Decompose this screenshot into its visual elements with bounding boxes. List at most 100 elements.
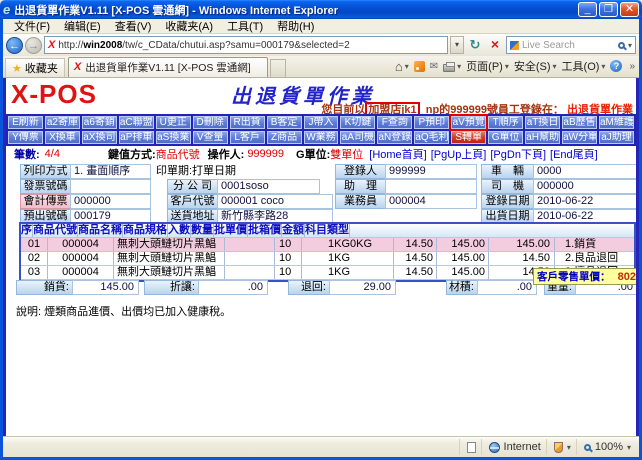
function-button[interactable]: aV預覽 — [451, 116, 486, 129]
address-field[interactable]: X http://win2008/tw/c_CData/chutui.asp?s… — [44, 36, 448, 54]
function-button[interactable]: aC聯盟 — [119, 116, 154, 129]
cell-pack: 10 — [275, 252, 302, 265]
cell-product-name: 無刺大頭鰱切片黑鯧 — [114, 238, 225, 251]
function-button[interactable]: V查量 — [193, 131, 228, 144]
page-menu-button[interactable]: 页面(P)▾ — [466, 58, 509, 74]
function-button[interactable]: X換車 — [45, 131, 80, 144]
function-button[interactable]: aP排車 — [119, 131, 154, 144]
page-nav-link[interactable]: [Home首頁] — [369, 146, 426, 162]
function-button[interactable]: E刷新 — [8, 116, 43, 129]
function-button[interactable]: R出貨 — [230, 116, 265, 129]
branch-field[interactable]: 0001soso — [217, 179, 320, 194]
function-button[interactable]: Z商品 — [267, 131, 302, 144]
forward-button[interactable]: → — [25, 37, 42, 54]
mail-button[interactable]: ✉ — [430, 61, 438, 72]
page-nav-link[interactable]: [End尾頁] — [550, 146, 598, 162]
menu-item[interactable]: 编辑(E) — [57, 18, 108, 34]
home-button[interactable]: ⌂▾ — [395, 59, 409, 74]
new-tab-stub[interactable] — [270, 59, 286, 77]
search-dropdown-icon[interactable]: ▾ — [628, 41, 632, 50]
address-bar: ← → X http://win2008/tw/c_CData/chutui.a… — [3, 34, 639, 56]
reg-date-field[interactable]: 2010-06-22 — [533, 194, 638, 209]
print-mode-field[interactable]: 1. 畫面順序 — [70, 164, 151, 179]
function-button[interactable]: aJ助理 — [599, 131, 634, 144]
toolbar-overflow-chevron[interactable]: » — [629, 61, 635, 72]
function-button[interactable]: aB歷售 — [562, 116, 597, 129]
voucher-field[interactable]: 000000 — [70, 194, 151, 209]
salesman-field[interactable]: 000004 — [385, 194, 477, 209]
function-button[interactable]: Y傳票 — [8, 131, 43, 144]
function-button[interactable]: S轉單 — [451, 131, 486, 144]
search-input[interactable]: Live Search ▾ — [506, 36, 636, 54]
cell-box-price: 145.00 — [437, 252, 489, 265]
active-tab[interactable]: X 出退貨單作業V1.11 [X-POS 雲通網] — [68, 57, 268, 77]
menu-item[interactable]: 帮助(H) — [270, 18, 321, 34]
table-row[interactable]: 01 000004 無刺大頭鰱切片黑鯧 10 1KG0KG 14.50 145.… — [21, 238, 634, 252]
search-magnifier-icon[interactable] — [618, 42, 625, 49]
table-header-cell: 批單價 — [214, 224, 248, 237]
menu-item[interactable]: 收藏夹(A) — [158, 18, 220, 34]
function-button[interactable]: aH幫助 — [525, 131, 560, 144]
tooltip-label: 客戶零售單價： — [537, 269, 611, 284]
cell-unit-price: 14.50 — [394, 238, 437, 251]
favorites-button[interactable]: ★ 收藏夹 — [5, 58, 65, 77]
menu-item[interactable]: 工具(T) — [220, 18, 270, 34]
table-header-cell: 數量 — [191, 224, 214, 237]
function-button[interactable]: B客定 — [267, 116, 302, 129]
function-button[interactable]: aT換日 — [525, 116, 560, 129]
function-button[interactable]: P預印 — [414, 116, 449, 129]
function-button[interactable]: aS換業 — [156, 131, 191, 144]
page-nav-link[interactable]: [PgUp上頁] — [431, 146, 487, 162]
function-button[interactable]: aM維護 — [599, 116, 634, 129]
table-header-cell: 入數 — [168, 224, 191, 237]
retail-price-tooltip: 客戶零售單價： 802 — [533, 268, 639, 285]
help-button[interactable]: ? — [610, 60, 622, 72]
function-button[interactable]: K切鍵 — [340, 116, 375, 129]
function-button[interactable]: U更正 — [156, 116, 191, 129]
function-button[interactable]: D刪除 — [193, 116, 228, 129]
function-button[interactable]: aA司機 — [340, 131, 375, 144]
safety-menu-button[interactable]: 安全(S)▾ — [514, 58, 557, 74]
function-button[interactable]: aX換司 — [82, 131, 117, 144]
cell-spec — [225, 266, 275, 279]
salesman-label: 業務員 — [335, 194, 386, 209]
zoom-control[interactable]: 100% ▾ — [579, 439, 636, 455]
tools-menu-button[interactable]: 工具(O)▾ — [562, 58, 606, 74]
function-button[interactable]: L客戶 — [230, 131, 265, 144]
button-row-2: Y傳票X換車aX換司aP排車aS換業V查量L客戶Z商品W業務aA司機aN登錄aQ… — [8, 131, 634, 144]
table-row[interactable]: 02 000004 無刺大頭鰱切片黑鯧 10 1KG 14.50 145.00 … — [21, 252, 634, 266]
page-icon — [467, 442, 476, 453]
vehicle-field[interactable]: 0000 — [533, 164, 638, 179]
page-nav-link[interactable]: [PgDn下頁] — [490, 146, 546, 162]
menu-item[interactable]: 文件(F) — [7, 18, 57, 34]
function-button[interactable]: J帶入 — [304, 116, 339, 129]
function-button[interactable]: F查詢 — [377, 116, 412, 129]
cell-product-name: 無刺大頭鰱切片黑鯧 — [114, 266, 225, 279]
function-button[interactable]: aQ毛利 — [414, 131, 449, 144]
function-button[interactable]: aW分單 — [562, 131, 597, 144]
function-button[interactable]: aN登錄 — [377, 131, 412, 144]
address-dropdown-icon[interactable]: ▾ — [450, 36, 464, 54]
protected-mode-panel[interactable]: ▾ — [549, 439, 577, 455]
back-button[interactable]: ← — [6, 37, 23, 54]
stop-button[interactable]: × — [486, 36, 504, 54]
status-zone-panel: Internet — [484, 439, 547, 455]
function-button[interactable]: G單位 — [488, 131, 523, 144]
function-button[interactable]: T順序 — [488, 116, 523, 129]
function-button[interactable]: a6寄銷 — [82, 116, 117, 129]
status-page-panel — [462, 439, 482, 455]
customer-field[interactable]: 000001 coco — [217, 194, 333, 209]
maximize-button[interactable]: ❐ — [599, 2, 618, 17]
registrant-field[interactable]: 999999 — [385, 164, 477, 179]
minimize-button[interactable]: _ — [578, 2, 597, 17]
driver-field[interactable]: 000000 — [533, 179, 638, 194]
function-button[interactable]: a2寄庫 — [45, 116, 80, 129]
function-button[interactable]: W業務 — [304, 131, 339, 144]
refresh-button[interactable]: ↻ — [466, 36, 484, 54]
assistant-field[interactable] — [385, 179, 477, 194]
close-button[interactable]: ✕ — [620, 2, 639, 17]
feeds-button[interactable] — [414, 61, 425, 72]
menu-item[interactable]: 查看(V) — [108, 18, 159, 34]
invoice-field[interactable] — [70, 179, 151, 194]
print-button[interactable]: ▾ — [443, 61, 461, 72]
